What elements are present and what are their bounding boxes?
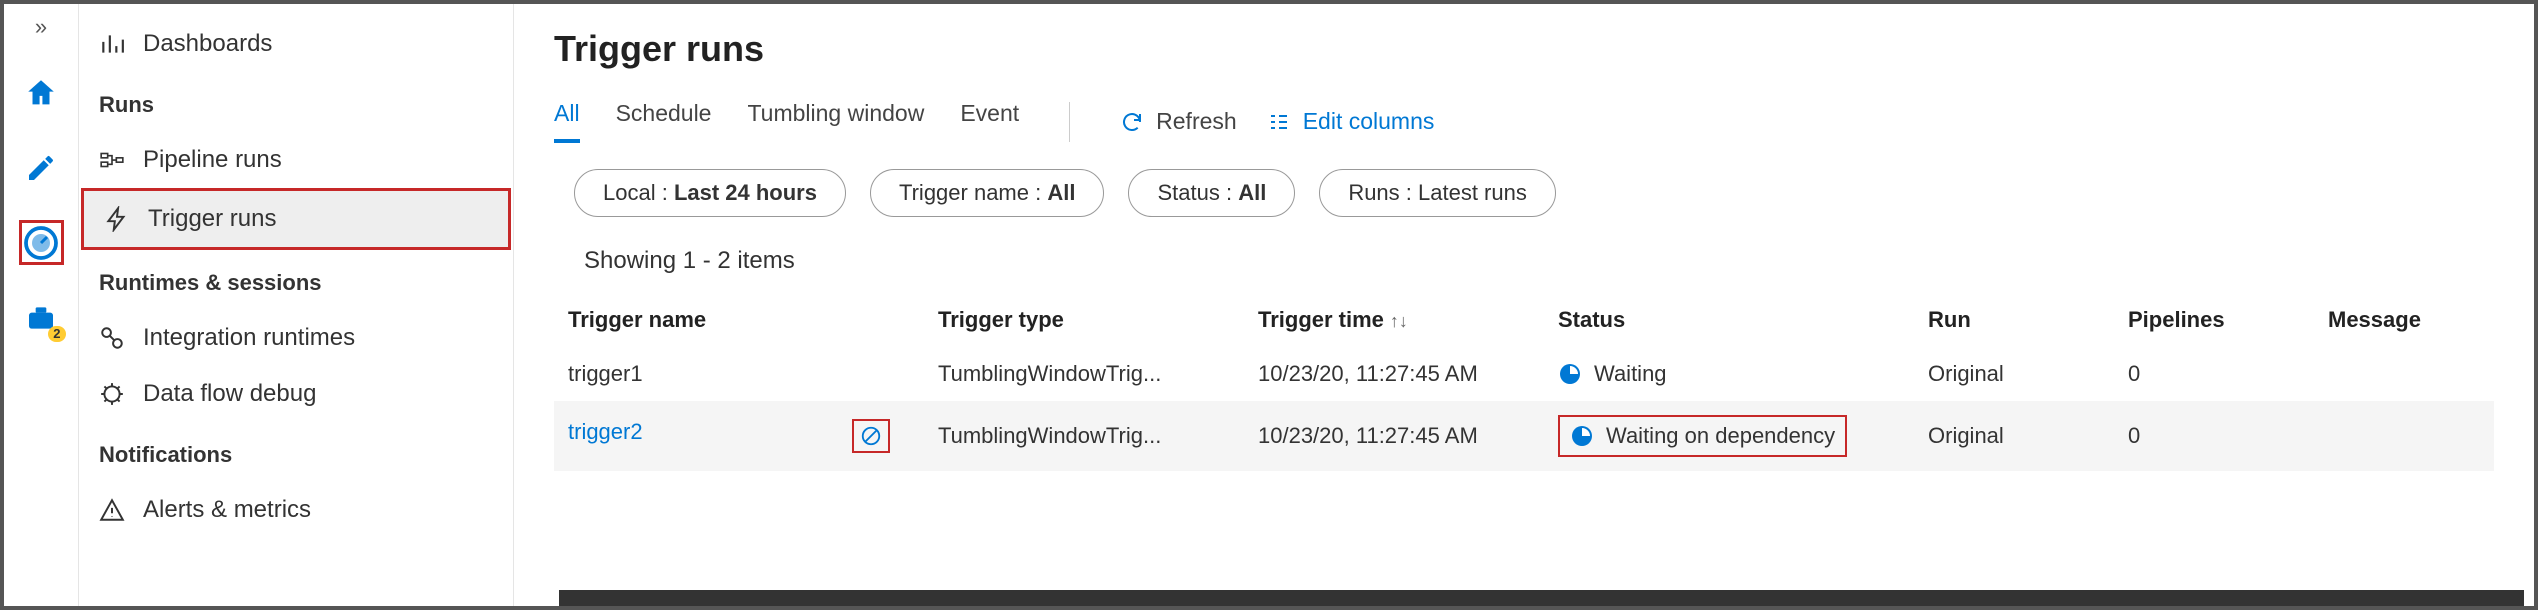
sidebar: Dashboards Runs Pipeline runs Trigger ru… <box>79 4 514 606</box>
cell-trigger-time: 10/23/20, 11:27:45 AM <box>1244 401 1544 471</box>
col-run[interactable]: Run <box>1914 293 2114 347</box>
columns-icon <box>1267 110 1291 134</box>
cell-trigger-name: trigger1 <box>554 347 924 401</box>
waiting-icon <box>1558 362 1582 386</box>
trigger-link[interactable]: trigger2 <box>568 419 643 444</box>
sidebar-data-flow-debug[interactable]: Data flow debug <box>79 366 513 422</box>
cell-run: Original <box>1914 347 2114 401</box>
filters: Local : Last 24 hours Trigger name : All… <box>554 169 2494 217</box>
tabs-row: All Schedule Tumbling window Event Refre… <box>554 100 2494 143</box>
pipeline-icon <box>99 147 125 173</box>
edit-columns-button[interactable]: Edit columns <box>1267 108 1435 135</box>
debug-icon <box>99 381 125 407</box>
sidebar-trigger-runs[interactable]: Trigger runs <box>81 188 511 250</box>
refresh-icon <box>1120 110 1144 134</box>
waiting-icon <box>1570 424 1594 448</box>
table-row[interactable]: trigger1 TumblingWindowTrig... 10/23/20,… <box>554 347 2494 401</box>
cell-status: Waiting <box>1544 347 1914 401</box>
cell-message <box>2314 347 2494 401</box>
showing-count: Showing 1 - 2 items <box>554 247 2494 275</box>
horizontal-scrollbar[interactable] <box>559 590 2524 606</box>
cancel-icon <box>860 425 882 447</box>
filter-trigger-name[interactable]: Trigger name : All <box>870 169 1104 217</box>
sidebar-runtimes-header: Runtimes & sessions <box>79 250 513 310</box>
sidebar-trigger-runs-label: Trigger runs <box>148 205 276 233</box>
sidebar-pipeline-runs[interactable]: Pipeline runs <box>79 132 513 188</box>
home-icon <box>24 76 58 110</box>
filter-local[interactable]: Local : Last 24 hours <box>574 169 846 217</box>
sidebar-data-flow-debug-label: Data flow debug <box>143 380 316 408</box>
table-row[interactable]: trigger2 TumblingWindowTrig... 10/23/20,… <box>554 401 2494 471</box>
sidebar-pipeline-runs-label: Pipeline runs <box>143 146 282 174</box>
sidebar-alerts-metrics[interactable]: Alerts & metrics <box>79 482 513 538</box>
rail-manage[interactable]: 2 <box>19 295 64 340</box>
sidebar-dashboards-label: Dashboards <box>143 30 272 58</box>
pencil-icon <box>25 152 57 184</box>
sidebar-alerts-metrics-label: Alerts & metrics <box>143 496 311 524</box>
sort-arrows-icon: ↑↓ <box>1390 311 1408 331</box>
cell-trigger-type: TumblingWindowTrig... <box>924 347 1244 401</box>
tabs: All Schedule Tumbling window Event <box>554 100 1019 143</box>
sidebar-runs-header: Runs <box>79 72 513 132</box>
cell-run: Original <box>1914 401 2114 471</box>
col-message[interactable]: Message <box>2314 293 2494 347</box>
expand-collapse-icon[interactable]: » <box>35 14 47 40</box>
cell-trigger-name: trigger2 <box>554 401 924 471</box>
integration-icon <box>99 325 125 351</box>
col-status[interactable]: Status <box>1544 293 1914 347</box>
rail-monitor[interactable] <box>19 220 64 265</box>
refresh-label: Refresh <box>1156 108 1237 135</box>
gauge-icon <box>23 225 59 261</box>
sidebar-runs-header-label: Runs <box>99 92 154 118</box>
cell-message <box>2314 401 2494 471</box>
tab-tumbling-window[interactable]: Tumbling window <box>747 100 924 143</box>
tab-schedule[interactable]: Schedule <box>616 100 712 143</box>
dashboards-icon <box>99 31 125 57</box>
cell-pipelines: 0 <box>2114 347 2314 401</box>
col-trigger-name[interactable]: Trigger name <box>554 293 924 347</box>
tab-all[interactable]: All <box>554 100 580 143</box>
divider <box>1069 102 1070 142</box>
rail-author[interactable] <box>19 145 64 190</box>
sidebar-integration-runtimes-label: Integration runtimes <box>143 324 355 352</box>
edit-columns-label: Edit columns <box>1303 108 1435 135</box>
cell-trigger-time: 10/23/20, 11:27:45 AM <box>1244 347 1544 401</box>
sidebar-notifications-header-label: Notifications <box>99 442 232 468</box>
col-pipelines[interactable]: Pipelines <box>2114 293 2314 347</box>
icon-rail: » 2 <box>4 4 79 606</box>
tab-event[interactable]: Event <box>960 100 1019 143</box>
alert-icon <box>99 497 125 523</box>
runs-table: Trigger name Trigger type Trigger time↑↓… <box>554 293 2494 471</box>
sidebar-dashboards[interactable]: Dashboards <box>79 16 513 72</box>
trigger-icon <box>104 206 130 232</box>
sidebar-integration-runtimes[interactable]: Integration runtimes <box>79 310 513 366</box>
col-trigger-type[interactable]: Trigger type <box>924 293 1244 347</box>
main-content: Trigger runs All Schedule Tumbling windo… <box>514 4 2534 606</box>
filter-status[interactable]: Status : All <box>1128 169 1295 217</box>
cell-status: Waiting on dependency <box>1544 401 1914 471</box>
cell-trigger-type: TumblingWindowTrig... <box>924 401 1244 471</box>
sidebar-runtimes-header-label: Runtimes & sessions <box>99 270 322 296</box>
filter-runs[interactable]: Runs : Latest runs <box>1319 169 1556 217</box>
refresh-button[interactable]: Refresh <box>1120 108 1237 135</box>
col-trigger-time[interactable]: Trigger time↑↓ <box>1244 293 1544 347</box>
sidebar-notifications-header: Notifications <box>79 422 513 482</box>
page-title: Trigger runs <box>554 28 2494 70</box>
cancel-button[interactable] <box>852 419 890 453</box>
rail-badge: 2 <box>48 326 65 342</box>
rail-home[interactable] <box>19 70 64 115</box>
cell-pipelines: 0 <box>2114 401 2314 471</box>
